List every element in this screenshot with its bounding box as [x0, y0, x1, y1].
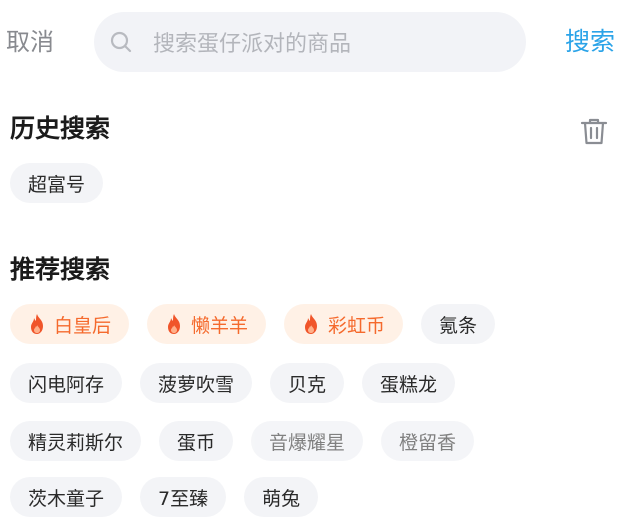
- fire-icon: [165, 313, 183, 335]
- fire-icon: [302, 313, 320, 335]
- history-chip[interactable]: 超富号: [10, 163, 104, 203]
- chip-label: 懒羊羊: [191, 314, 249, 337]
- recommended-chip[interactable]: 白皇后: [10, 304, 130, 344]
- recommended-chip[interactable]: 氪条: [421, 304, 496, 344]
- recommended-chip[interactable]: 7至臻: [140, 477, 227, 517]
- recommended-chip[interactable]: 蛋币: [159, 421, 234, 461]
- recommended-chip[interactable]: 闪电阿存: [10, 363, 123, 403]
- recommended-chip[interactable]: 懒羊羊: [147, 304, 267, 344]
- recommended-chip[interactable]: 萌兔: [244, 477, 319, 517]
- search-placeholder: 搜索蛋仔派对的商品: [153, 32, 352, 57]
- history-title: 历史搜索: [10, 114, 111, 143]
- fire-icon: [28, 313, 46, 335]
- search-button[interactable]: 搜索: [565, 26, 615, 58]
- search-input[interactable]: 搜索蛋仔派对的商品: [94, 12, 526, 72]
- recommended-row: 茨木童子 7至臻 萌兔: [10, 477, 319, 517]
- recommended-row: 精灵莉斯尔 蛋币 音爆耀星 橙留香: [10, 421, 475, 461]
- recommended-row: 白皇后 懒羊羊 彩虹币 氪条: [10, 304, 496, 344]
- search-header: 取消 搜索蛋仔派对的商品 搜索: [0, 0, 625, 84]
- recommended-chip[interactable]: 橙留香: [381, 421, 475, 461]
- search-icon: [109, 30, 133, 54]
- cancel-button[interactable]: 取消: [6, 26, 54, 58]
- chip-label: 白皇后: [54, 314, 112, 337]
- recommended-title: 推荐搜索: [10, 255, 111, 284]
- recommended-chip[interactable]: 贝克: [270, 363, 345, 403]
- recommended-chip[interactable]: 精灵莉斯尔: [10, 421, 142, 461]
- history-list: 超富号: [10, 163, 104, 203]
- recommended-chip[interactable]: 音爆耀星: [251, 421, 364, 461]
- recommended-row: 闪电阿存 菠萝吹雪 贝克 蛋糕龙: [10, 363, 456, 403]
- recommended-chip[interactable]: 蛋糕龙: [362, 363, 456, 403]
- recommended-chip[interactable]: 茨木童子: [10, 477, 123, 517]
- trash-icon[interactable]: [579, 116, 609, 146]
- recommended-chip[interactable]: 彩虹币: [284, 304, 404, 344]
- chip-label: 彩虹币: [328, 314, 386, 337]
- recommended-chip[interactable]: 菠萝吹雪: [140, 363, 253, 403]
